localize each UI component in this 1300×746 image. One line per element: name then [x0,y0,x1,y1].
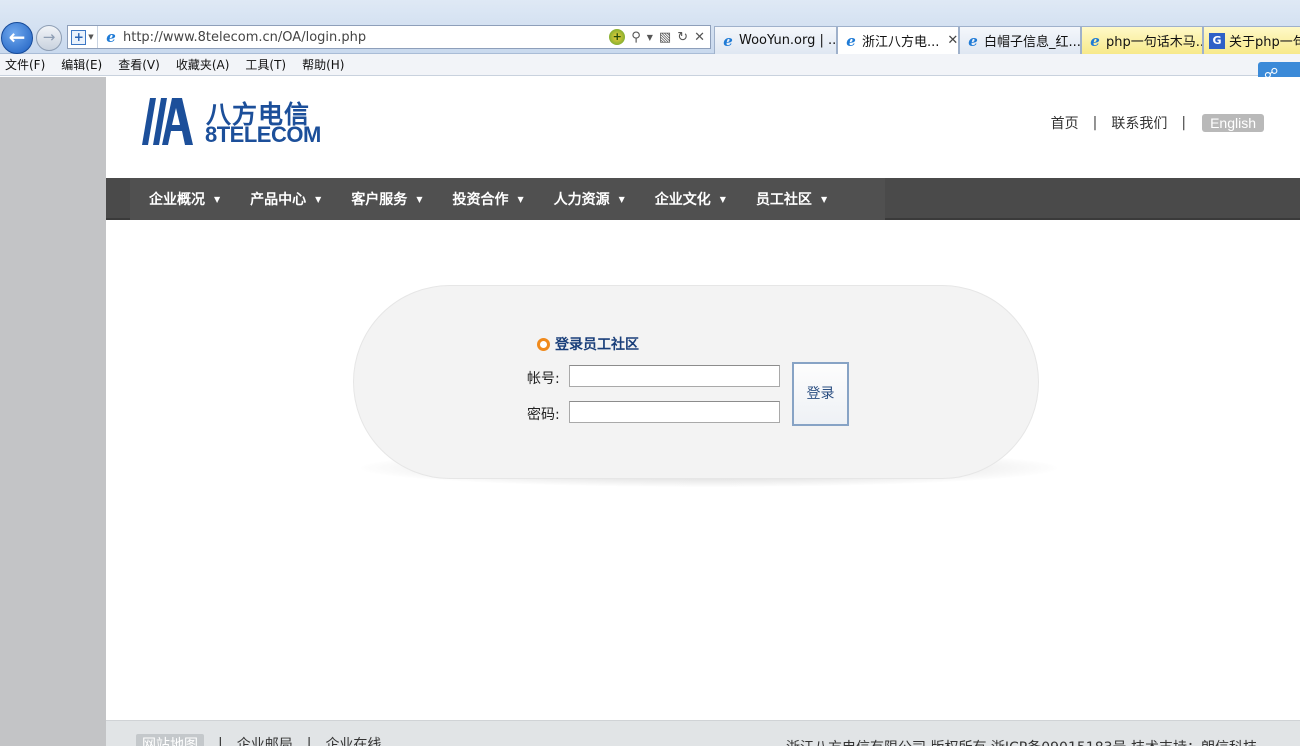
top-links: 首页 | 联系我们 | English [1051,113,1264,133]
tab-label: 浙江八方电... [862,35,940,50]
ie-tab-icon: e [1090,31,1100,50]
home-link[interactable]: 首页 [1051,113,1079,133]
caret-down-icon: ▼ [214,194,221,204]
menu-file[interactable]: 文件(F) [5,56,45,73]
sitemap-link[interactable]: 网站地图 [136,734,204,746]
tab-baimaozi[interactable]: e 白帽子信息_红... [959,26,1081,54]
main-nav: 企业概况 ▼ 产品中心 ▼ 客户服务 ▼ 投资合作 ▼ 人力资源 ▼ 企业文化 ▼ 员工社区… [106,178,1300,220]
site-logo[interactable]: 八方电信 8TELECOM [142,95,327,149]
ie-tab-icon: e [968,31,978,50]
tab-strip: e WooYun.org | ... e 浙江八方电... ✕ e 白帽子信息_… [714,26,1300,54]
nav-item-hr[interactable]: 人力资源 ▼ [554,189,625,209]
nav-item-community[interactable]: 员工社区 ▼ [756,189,827,209]
password-input[interactable] [569,401,780,423]
dropdown-arrow-icon: ▼ [88,33,94,41]
nav-label: 企业概况 [149,192,205,208]
search-dropdown-icon[interactable]: ▼ [647,33,653,42]
account-input[interactable] [569,365,780,387]
menu-bar: 文件(F) 编辑(E) 查看(V) 收藏夹(A) 工具(T) 帮助(H) [0,54,1300,76]
address-url[interactable]: http://www.8telecom.cn/OA/login.php [123,30,609,45]
separator: | [218,736,223,746]
login-button[interactable]: 登录 [792,362,849,426]
nav-label: 人力资源 [553,192,610,208]
browser-toolbar: ← → + ▼ e http://www.8telecom.cn/OA/logi… [0,0,1300,54]
menu-view[interactable]: 查看(V) [118,56,160,73]
ie-page-icon: e [106,28,116,46]
menu-edit[interactable]: 编辑(E) [61,56,102,73]
nav-label: 产品中心 [250,192,307,208]
compat-page-icon[interactable]: ▧ [659,30,671,45]
footer: 网站地图 | 企业邮局 | 企业在线 浙江八方电信有限公司 版权所有 浙ICP备… [106,720,1300,746]
tab-label: WooYun.org | ... [739,33,837,48]
tab-php-webshell[interactable]: e php一句话木马... [1081,26,1203,54]
forward-arrow-icon[interactable]: → [36,25,62,51]
tab-wooyun[interactable]: e WooYun.org | ... [714,26,837,54]
ie-tab-icon: e [723,31,733,50]
menu-tools[interactable]: 工具(T) [245,56,286,73]
ie-tab-icon: e [846,31,856,50]
mail-link[interactable]: 企业邮局 [237,734,293,746]
tab-label: 白帽子信息_红... [984,35,1081,50]
caret-down-icon: ▼ [719,194,726,204]
separator: | [1092,115,1098,131]
caret-down-icon: ▼ [820,194,828,204]
contact-link[interactable]: 联系我们 [1111,113,1167,133]
nav-item-culture[interactable]: 企业文化 ▼ [655,189,726,209]
bullet-circle-icon [537,337,550,351]
caret-down-icon: ▼ [416,194,423,204]
copyright-text: 浙江八方电信有限公司 版权所有 浙ICP备09015183号 技术支持：朗信科技 [786,737,1257,746]
account-label: 帐号: [527,371,560,387]
close-icon[interactable]: ✕ [947,33,958,48]
address-bar[interactable]: + ▼ e http://www.8telecom.cn/OA/login.ph… [67,25,711,49]
caret-down-icon: ▼ [517,194,524,204]
logo-english-text: 8TELECOM [205,122,321,147]
tab-8telecom[interactable]: e 浙江八方电... ✕ [837,26,959,54]
nav-item-company[interactable]: 企业概况 ▼ [149,189,220,209]
refresh-icon[interactable]: ↻ [677,30,688,45]
nav-label: 员工社区 [755,192,812,208]
online-link[interactable]: 企业在线 [325,734,381,746]
compatibility-view-button[interactable]: + ▼ [68,26,98,48]
nav-label: 客户服务 [351,192,408,208]
separator: | [306,736,312,746]
back-arrow-icon[interactable]: ← [1,22,33,54]
addon-icon[interactable]: + [609,29,626,45]
search-icon[interactable]: ⚲ [631,30,641,45]
webpage: 八方电信 8TELECOM 首页 | 联系我们 | English 企业概况 ▼ … [106,77,1300,746]
stop-icon[interactable]: ✕ [694,30,705,45]
login-title-text: 登录员工社区 [555,337,639,353]
page-gutter [0,77,106,746]
nav-item-investment[interactable]: 投资合作 ▼ [452,189,523,209]
tab-label: php一句话木马... [1106,35,1203,50]
password-label: 密码: [527,407,560,423]
nav-item-service[interactable]: 客户服务 ▼ [351,189,422,209]
menu-favorites[interactable]: 收藏夹(A) [176,56,230,73]
caret-down-icon: ▼ [618,194,625,204]
nav-label: 企业文化 [654,192,711,208]
separator: | [1181,115,1187,131]
search-engine-icon: G [1209,32,1225,49]
tab-label: 关于php一句 [1229,35,1300,50]
english-button[interactable]: English [1202,114,1264,132]
plus-icon: + [71,29,87,45]
tab-about-php[interactable]: G 关于php一句 [1203,26,1300,54]
nav-label: 投资合作 [452,192,509,208]
caret-down-icon: ▼ [315,194,322,204]
logo-mark-icon [142,98,193,145]
login-title: 登录员工社区 [537,334,639,354]
menu-help[interactable]: 帮助(H) [302,56,344,73]
nav-item-products[interactable]: 产品中心 ▼ [250,189,321,209]
